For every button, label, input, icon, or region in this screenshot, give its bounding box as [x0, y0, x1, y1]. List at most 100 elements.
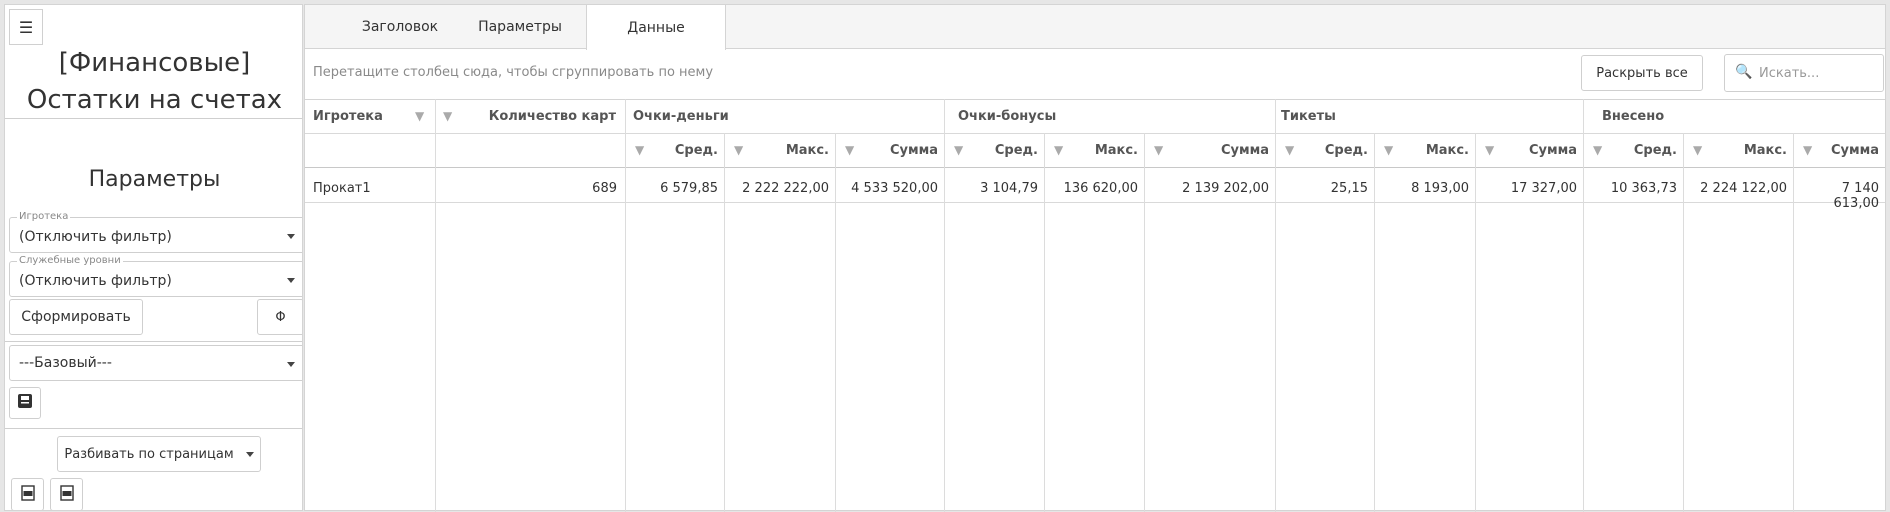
tab-parameters[interactable]: Параметры	[455, 5, 585, 49]
grid-vline	[625, 99, 626, 512]
filter-funnel-icon[interactable]: ▼	[1485, 143, 1494, 157]
table-cell: 2 222 222,00	[742, 181, 829, 196]
col-subheader[interactable]: Макс.	[1400, 143, 1469, 158]
tab-data-label: Данные	[627, 19, 685, 36]
grid-toolbar: Перетащите столбец сюда, чтобы сгруппиро…	[305, 49, 1885, 100]
col-subheader[interactable]: Макс.	[1709, 143, 1787, 158]
sidebar-divider	[5, 428, 302, 429]
filter-funnel-icon[interactable]: ▼	[954, 143, 963, 157]
filter-funnel-icon[interactable]: ▼	[845, 143, 854, 157]
paging-dropdown-button[interactable]: Разбивать по страницам	[57, 436, 261, 472]
generate-button[interactable]: Сформировать	[9, 299, 143, 335]
col-subheader[interactable]: Сред.	[1609, 143, 1677, 158]
cell-cards: 689	[592, 181, 617, 196]
grid-vline	[1475, 133, 1476, 512]
filter-funnel-icon[interactable]: ▼	[1803, 143, 1812, 157]
col-header-game[interactable]: Игротека	[313, 109, 383, 124]
data-grid: Игротека ▼ ▼ Количество карт Очки-деньги…	[305, 99, 1885, 512]
search-input[interactable]: 🔍 Искать...	[1724, 54, 1884, 92]
sidebar-divider	[5, 118, 302, 119]
tab-header[interactable]: Заголовок	[345, 5, 455, 49]
col-subheader[interactable]: Макс.	[1070, 143, 1138, 158]
group-panel-hint[interactable]: Перетащите столбец сюда, чтобы сгруппиро…	[313, 65, 713, 80]
table-cell: 25,15	[1330, 181, 1368, 196]
col-subheader[interactable]: Сред.	[651, 143, 718, 158]
tab-parameters-label: Параметры	[478, 19, 562, 35]
col-group-tickets[interactable]: Тикеты	[1281, 109, 1336, 124]
filter-game-label: Игротека	[17, 211, 71, 222]
phi-button[interactable]: Φ	[257, 299, 302, 335]
chevron-down-icon	[287, 234, 295, 239]
col-subheader[interactable]: Сумма	[1819, 143, 1879, 158]
col-group-money[interactable]: Очки-деньги	[633, 109, 729, 124]
tab-data[interactable]: Данные	[586, 5, 726, 50]
filter-funnel-icon[interactable]: ▼	[1693, 143, 1702, 157]
cell-game: Прокат1	[313, 181, 371, 196]
main-panel: Заголовок Параметры Данные Перетащите ст…	[304, 4, 1886, 512]
filter-service-levels-label: Служебные уровни	[17, 255, 123, 266]
filter-funnel-icon[interactable]: ▼	[734, 143, 743, 157]
grid-vline	[944, 99, 945, 512]
table-cell: 10 363,73	[1610, 181, 1677, 196]
sidebar-toggle-button[interactable]: ☰	[9, 9, 43, 45]
table-cell: 136 620,00	[1063, 181, 1138, 196]
col-group-bonus[interactable]: Очки-бонусы	[958, 109, 1056, 124]
grid-vline	[1275, 99, 1276, 512]
save-icon	[17, 393, 33, 413]
col-subheader[interactable]: Сумма	[861, 143, 938, 158]
grid-vline	[1374, 133, 1375, 512]
filter-funnel-icon[interactable]: ▼	[1384, 143, 1393, 157]
filter-funnel-icon[interactable]: ▼	[1154, 143, 1163, 157]
tab-header-label: Заголовок	[361, 19, 439, 35]
table-cell: 2 224 122,00	[1700, 181, 1787, 196]
preset-select[interactable]: ---Базовый---	[9, 345, 302, 381]
table-cell: 4 533 520,00	[851, 181, 938, 196]
table-cell: 8 193,00	[1411, 181, 1469, 196]
sidebar-divider	[5, 341, 302, 342]
table-cell: 7 140 613,00	[1833, 181, 1880, 211]
save-button[interactable]	[9, 387, 41, 419]
csv-export-button[interactable]	[11, 478, 44, 510]
chevron-down-icon	[245, 451, 254, 457]
table-cell: 2 139 202,00	[1182, 181, 1269, 196]
chevron-down-icon	[287, 362, 295, 367]
menu-collapse-icon: ☰	[18, 17, 34, 37]
grid-hline	[305, 167, 1885, 168]
table-cell: 17 327,00	[1510, 181, 1577, 196]
filter-game-value: (Отключить фильтр)	[19, 229, 172, 245]
filter-funnel-icon[interactable]: ▼	[635, 143, 644, 157]
expand-all-button[interactable]: Раскрыть все	[1581, 55, 1703, 91]
paging-button-label: Разбивать по страницам	[64, 446, 234, 462]
chevron-down-icon	[287, 278, 295, 283]
preset-value: ---Базовый---	[19, 355, 112, 371]
filter-funnel-icon[interactable]: ▼	[1593, 143, 1602, 157]
search-icon: 🔍	[1735, 64, 1753, 80]
col-subheader[interactable]: Сред.	[1301, 143, 1368, 158]
filter-funnel-icon[interactable]: ▼	[443, 109, 452, 123]
filter-game-select[interactable]: Игротека (Отключить фильтр)	[9, 211, 302, 253]
pdf-export-icon	[59, 484, 75, 505]
col-subheader[interactable]: Сумма	[1501, 143, 1577, 158]
filter-funnel-icon[interactable]: ▼	[1054, 143, 1063, 157]
grid-vline	[835, 133, 836, 512]
col-subheader[interactable]: Сумма	[1170, 143, 1269, 158]
col-subheader[interactable]: Сред.	[970, 143, 1038, 158]
grid-vline	[1144, 133, 1145, 512]
col-header-cards[interactable]: Количество карт	[469, 109, 616, 124]
grid-vline	[1583, 99, 1584, 512]
filter-funnel-icon[interactable]: ▼	[415, 109, 424, 123]
pdf-export-button[interactable]	[50, 478, 83, 510]
filter-funnel-icon[interactable]: ▼	[1285, 143, 1294, 157]
grid-vline	[1793, 133, 1794, 512]
grid-vline	[724, 133, 725, 512]
filter-service-levels-select[interactable]: Служебные уровни (Отключить фильтр)	[9, 255, 302, 297]
tab-bar: Заголовок Параметры Данные	[305, 5, 1885, 50]
grid-vline	[1044, 133, 1045, 512]
filter-service-levels-value: (Отключить фильтр)	[19, 273, 172, 289]
col-subheader[interactable]: Макс.	[750, 143, 829, 158]
table-cell: 6 579,85	[660, 181, 718, 196]
grid-vline	[1683, 133, 1684, 512]
sidebar: ☰ [Финансовые] Остатки на счетах Парамет…	[4, 4, 303, 511]
table-cell: 3 104,79	[980, 181, 1038, 196]
col-group-deposited[interactable]: Внесено	[1602, 109, 1664, 124]
